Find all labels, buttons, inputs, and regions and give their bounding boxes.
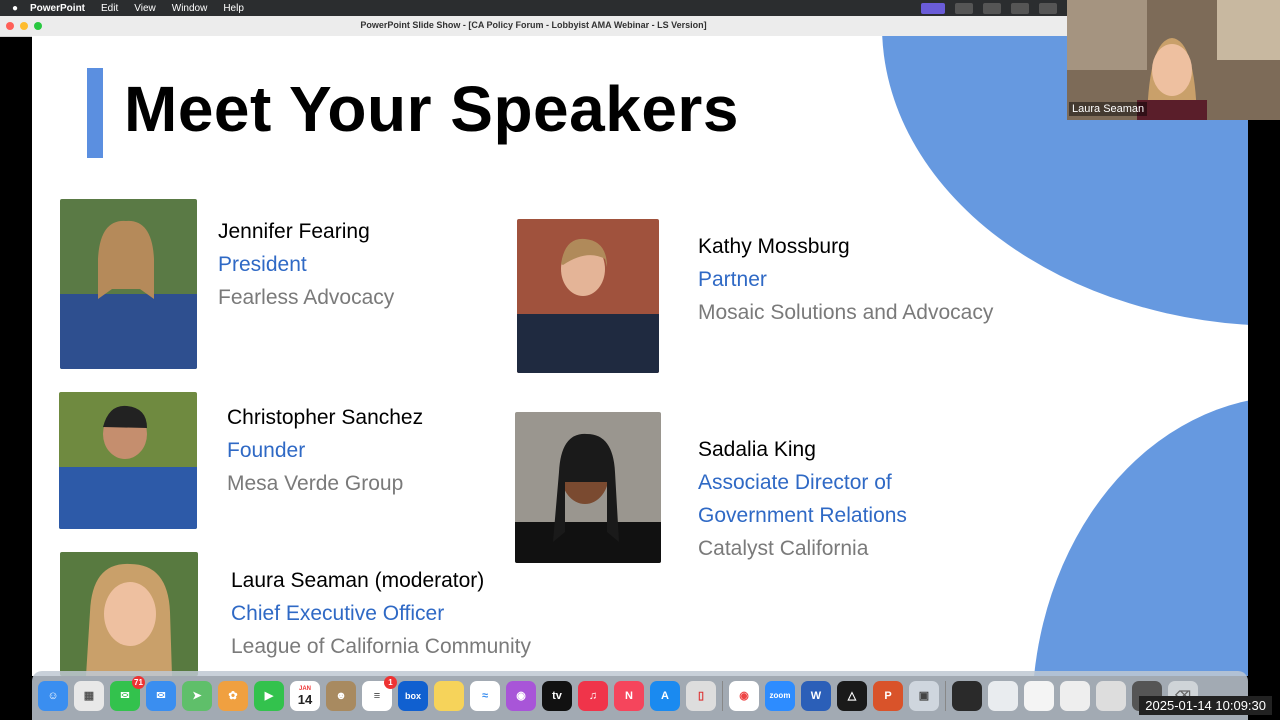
speaker-org: Catalyst California <box>698 537 869 560</box>
speaker-kathy: Kathy Mossburg Partner Mosaic Solutions … <box>698 230 993 329</box>
menu-edit[interactable]: Edit <box>101 3 118 14</box>
speaker-org: Fearless Advocacy <box>218 286 395 309</box>
calendar-day: 14 <box>297 691 313 707</box>
speaker-role: President <box>218 253 307 276</box>
speaker-role: Chief Executive Officer <box>231 602 445 625</box>
recent-window-icon[interactable] <box>1096 680 1126 711</box>
music-icon[interactable]: ♫ <box>578 680 608 711</box>
menubar-status-icons <box>921 0 1057 16</box>
calendar-icon[interactable]: JAN 14 <box>290 680 320 711</box>
speaker-org: Mesa Verde Group <box>227 472 404 495</box>
word-icon[interactable]: W <box>801 680 831 711</box>
recent-window-icon[interactable] <box>1060 680 1090 711</box>
speaker-sadalia: Sadalia King Associate Director of Gover… <box>698 433 907 565</box>
speaker-photo-laura <box>60 552 198 676</box>
dock-separator <box>945 680 946 711</box>
speaker-name: Laura Seaman (moderator) <box>231 569 485 592</box>
iphone-mirroring-icon[interactable]: ▯ <box>686 680 716 711</box>
speaker-org: Mosaic Solutions and Advocacy <box>698 301 994 324</box>
speaker-name: Sadalia King <box>698 438 816 461</box>
menu-window[interactable]: Window <box>172 3 208 14</box>
dock-separator <box>722 680 723 711</box>
title-accent-bar <box>87 68 103 158</box>
launchpad-icon[interactable]: ▦ <box>74 680 104 711</box>
menu-bar: ● PowerPoint Edit View Window Help <box>0 0 1067 16</box>
speaker-role-line2: Government Relations <box>698 504 907 527</box>
mail-icon[interactable]: ✉ <box>146 680 176 711</box>
battery-icon[interactable] <box>1039 2 1057 14</box>
menu-help[interactable]: Help <box>223 3 244 14</box>
speaker-photo-sadalia <box>515 412 661 563</box>
status-icon[interactable] <box>955 2 973 14</box>
reminders-badge: 1 <box>384 675 397 689</box>
recent-window-icon[interactable] <box>1024 680 1054 711</box>
speaker-photo-jennifer <box>60 199 197 369</box>
finder-icon[interactable]: ☺ <box>38 680 68 711</box>
recent-window-icon[interactable] <box>988 680 1018 711</box>
maps-icon[interactable]: ➤ <box>182 680 212 711</box>
powerpoint-icon[interactable]: P <box>873 680 903 711</box>
zoom-label: zoom <box>769 691 791 700</box>
screen-share-icon[interactable] <box>921 2 945 14</box>
recent-window-icon[interactable] <box>952 680 982 711</box>
reminders-icon[interactable]: ≡ 1 <box>362 675 397 711</box>
contacts-icon[interactable]: ☻ <box>326 680 356 711</box>
notes-icon[interactable] <box>434 680 464 711</box>
window-title-bar: PowerPoint Slide Show - [CA Policy Forum… <box>0 16 1067 37</box>
s-app-icon[interactable] <box>1011 2 1029 14</box>
decorative-blob-bottom <box>1032 396 1248 676</box>
speaker-christopher: Christopher Sanchez Founder Mesa Verde G… <box>227 401 423 500</box>
speaker-name: Kathy Mossburg <box>698 235 850 258</box>
speaker-laura: Laura Seaman (moderator) Chief Executive… <box>231 564 531 663</box>
recording-timestamp: 2025-01-14 10:09:30 <box>1139 696 1272 715</box>
menu-app-name[interactable]: PowerPoint <box>30 3 85 14</box>
facetime-icon[interactable]: ▶ <box>254 680 284 711</box>
speaker-photo-kathy <box>517 219 659 373</box>
speaker-name: Jennifer Fearing <box>218 220 370 243</box>
participant-name-label: Laura Seaman <box>1069 102 1148 116</box>
box-label: box <box>404 690 421 701</box>
podcasts-icon[interactable]: ◉ <box>506 680 536 711</box>
photos-icon[interactable]: ✿ <box>218 680 248 711</box>
dock: ☺ ▦ ✉ 71 ✉ ➤ ✿ ▶ JAN 14 ☻ ≡ 1 box ≈ ◉ tv ♫ … <box>32 671 1248 720</box>
box-tools-icon[interactable]: box <box>398 680 428 711</box>
slide-title: Meet Your Speakers <box>124 73 739 145</box>
apple-tv-icon[interactable]: tv <box>542 680 572 711</box>
acrobat-icon[interactable]: △ <box>837 680 867 711</box>
app-store-icon[interactable]: A <box>650 680 680 711</box>
messages-badge: 71 <box>132 675 145 689</box>
participant-video[interactable]: Laura Seaman <box>1067 0 1280 120</box>
news-icon[interactable]: N <box>614 680 644 711</box>
window-title: PowerPoint Slide Show - [CA Policy Forum… <box>360 20 707 30</box>
messages-icon[interactable]: ✉ 71 <box>110 675 145 711</box>
slide: Meet Your Speakers Jennifer Fearing Pres… <box>32 36 1248 676</box>
speaker-photo-christopher <box>59 392 197 529</box>
preview-icon[interactable]: ▣ <box>909 680 939 711</box>
speaker-role-line1: Associate Director of <box>698 471 892 494</box>
zoom-icon[interactable]: zoom <box>765 680 795 711</box>
speaker-role: Founder <box>227 439 306 462</box>
speaker-role: Partner <box>698 268 767 291</box>
menu-view[interactable]: View <box>134 3 156 14</box>
freeform-icon[interactable]: ≈ <box>470 680 500 711</box>
speaker-jennifer: Jennifer Fearing President Fearless Advo… <box>218 215 394 314</box>
speaker-org: League of California Community <box>231 635 531 658</box>
speaker-name: Christopher Sanchez <box>227 406 424 429</box>
window-icon[interactable] <box>983 2 1001 14</box>
chrome-icon[interactable]: ◉ <box>729 680 759 711</box>
apple-icon[interactable]: ● <box>12 3 24 14</box>
